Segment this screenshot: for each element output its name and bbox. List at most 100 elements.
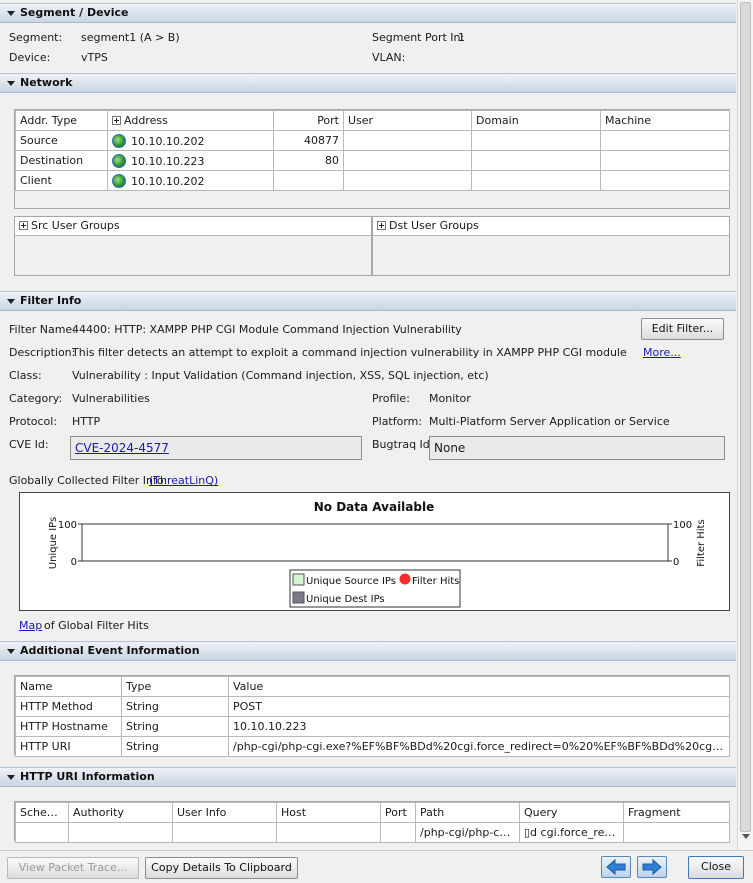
category-label: Category:	[9, 392, 63, 405]
class-label: Class:	[9, 369, 42, 382]
src-user-groups-header[interactable]: Src User Groups	[15, 217, 371, 236]
dst-user-groups-panel: Dst User Groups	[372, 216, 730, 276]
table-header-row: Addr. Type Address Port User Domain Mach…	[15, 110, 730, 131]
column-header[interactable]: User	[343, 110, 472, 131]
src-user-groups-panel: Src User Groups	[14, 216, 372, 276]
column-header[interactable]: Value	[228, 676, 730, 697]
legend-label: Unique Dest IPs	[306, 594, 385, 605]
path-cell: /php-cgi/php-cgi.e...	[415, 822, 520, 843]
address-value: 10.10.10.202	[131, 134, 205, 148]
section-header-additional-info[interactable]: Additional Event Information	[0, 641, 736, 661]
query-cell: ▯d cgi.force_redir...	[519, 822, 624, 843]
map-suffix-text: of Global Filter Hits	[44, 619, 149, 632]
next-button[interactable]	[637, 856, 667, 878]
address-value: 10.10.10.223	[131, 154, 205, 168]
machine-cell	[600, 170, 730, 191]
view-packet-trace-button[interactable]: View Packet Trace...	[7, 857, 139, 879]
column-header[interactable]: Fragment	[623, 802, 730, 823]
cve-link[interactable]: CVE-2024-4577	[75, 441, 169, 455]
user-info-cell	[172, 822, 277, 843]
value-cell: /php-cgi/php-cgi.exe?%EF%BF%BDd%20cgi.fo…	[228, 736, 730, 757]
collapse-triangle-icon	[7, 649, 15, 654]
section-header-filter-info[interactable]: Filter Info	[0, 291, 736, 311]
previous-button[interactable]	[601, 856, 631, 878]
legend-swatch-filter-hits	[399, 573, 411, 585]
dst-user-groups-label: Dst User Groups	[389, 219, 479, 232]
machine-cell	[600, 150, 730, 171]
column-header[interactable]: Addr. Type	[15, 110, 108, 131]
type-cell: String	[121, 696, 229, 717]
column-header[interactable]: Port	[380, 802, 416, 823]
device-value: vTPS	[81, 51, 108, 64]
addr-type-cell: Destination	[15, 150, 108, 171]
section-header-network[interactable]: Network	[0, 73, 736, 93]
table-row[interactable]: /php-cgi/php-cgi.e... ▯d cgi.force_redir…	[15, 822, 730, 843]
segment-port-value: 1	[458, 31, 465, 44]
value-cell: POST	[228, 696, 730, 717]
table-row[interactable]: HTTP URI String /php-cgi/php-cgi.exe?%EF…	[15, 736, 730, 757]
cve-label: CVE Id:	[9, 438, 49, 451]
column-header[interactable]: Scheme	[15, 802, 69, 823]
column-header[interactable]: Host	[276, 802, 381, 823]
section-header-http-uri[interactable]: HTTP URI Information	[0, 767, 736, 787]
dst-user-groups-header[interactable]: Dst User Groups	[373, 217, 729, 236]
legend-swatch-unique-dest-ips	[292, 591, 305, 604]
section-title: Filter Info	[20, 294, 82, 307]
column-header[interactable]: Domain	[471, 110, 601, 131]
value-cell: 10.10.10.223	[228, 716, 730, 737]
protocol-label: Protocol:	[9, 415, 58, 428]
address-value: 10.10.10.202	[131, 174, 205, 188]
table-row[interactable]: Destination 10.10.10.223 80	[15, 150, 730, 171]
vertical-scrollbar[interactable]	[737, 0, 753, 850]
column-header[interactable]: Port	[273, 110, 344, 131]
scroll-down-arrow-icon[interactable]	[742, 834, 750, 839]
scrollbar-thumb[interactable]	[740, 2, 751, 832]
column-header[interactable]: Authority	[68, 802, 173, 823]
threatlinq-link[interactable]: (ThreatLinQ)	[149, 474, 218, 487]
y2-axis-label: Filter Hits	[696, 519, 707, 566]
arrow-right-icon	[642, 858, 662, 876]
copy-details-button[interactable]: Copy Details To Clipboard	[145, 857, 298, 879]
scheme-cell	[15, 822, 69, 843]
port-cell	[273, 170, 344, 191]
map-link[interactable]: Map	[19, 619, 42, 632]
section-title: HTTP URI Information	[20, 770, 155, 783]
port-cell: 80	[273, 150, 344, 171]
edit-filter-button[interactable]: Edit Filter...	[641, 318, 724, 340]
table-row[interactable]: HTTP Hostname String 10.10.10.223	[15, 716, 730, 737]
column-header[interactable]: Type	[121, 676, 229, 697]
legend-label: Unique Source IPs	[306, 576, 396, 587]
type-cell: String	[121, 716, 229, 737]
domain-cell	[471, 170, 601, 191]
globe-icon	[112, 173, 126, 188]
y2-tick-label: 100	[673, 520, 692, 531]
additional-info-table: Name Type Value HTTP Method String POST …	[15, 676, 730, 757]
expand-plus-icon[interactable]	[19, 221, 28, 230]
table-row[interactable]: Source 10.10.10.202 40877	[15, 130, 730, 151]
address-cell: 10.10.10.202	[107, 170, 274, 191]
expand-plus-icon[interactable]	[377, 221, 386, 230]
machine-cell	[600, 130, 730, 151]
legend-swatch-unique-source-ips	[292, 573, 305, 586]
legend-label: Filter Hits	[412, 576, 459, 587]
table-row[interactable]: HTTP Method String POST	[15, 696, 730, 717]
column-header[interactable]: User Info	[172, 802, 277, 823]
host-cell	[276, 822, 381, 843]
device-label: Device:	[9, 51, 51, 64]
more-link[interactable]: More...	[643, 346, 681, 359]
bugtraq-field: None	[429, 436, 725, 460]
network-table: Addr. Type Address Port User Domain Mach…	[15, 110, 730, 191]
column-header[interactable]: Name	[15, 676, 122, 697]
table-row[interactable]: Client 10.10.10.202	[15, 170, 730, 191]
collapse-triangle-icon	[7, 775, 15, 780]
section-header-segment-device[interactable]: Segment / Device	[0, 3, 736, 23]
expand-plus-icon[interactable]	[112, 116, 121, 125]
src-user-groups-label: Src User Groups	[31, 219, 120, 232]
column-header[interactable]: Path	[415, 802, 520, 823]
column-header-address[interactable]: Address	[107, 110, 274, 131]
name-cell: HTTP Hostname	[15, 716, 122, 737]
column-header[interactable]: Machine	[600, 110, 730, 131]
close-button[interactable]: Close	[688, 856, 744, 879]
vlan-label: VLAN:	[372, 51, 406, 64]
column-header[interactable]: Query	[519, 802, 624, 823]
